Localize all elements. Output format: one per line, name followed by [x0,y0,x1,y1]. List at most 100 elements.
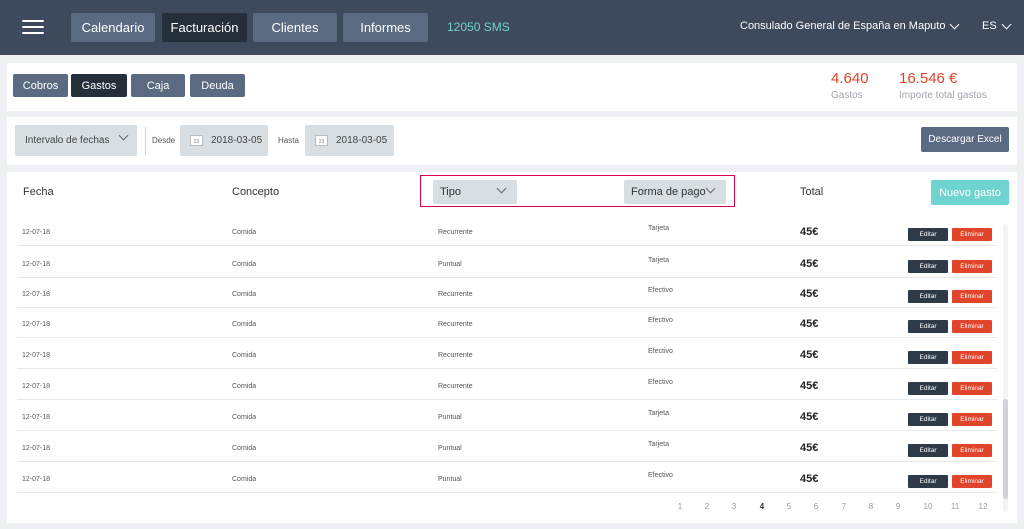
row-total: 45€ [800,349,819,361]
row-total: 45€ [800,411,819,423]
table-row: 12-07-18 Comida Puntual Tarjeta 45€ Editar Eli… [17,401,997,431]
language-selector[interactable]: ES [982,19,1012,32]
edit-button[interactable]: Editar [908,290,948,303]
row-total: 45€ [800,288,819,300]
row-tipo: Recurrente [438,352,473,359]
tab-gastos[interactable]: Gastos [71,74,127,97]
tab-cobros[interactable]: Cobros [13,74,68,97]
scrollbar-thumb[interactable] [1003,399,1008,499]
page-link[interactable]: 2 [699,502,715,511]
row-total: 45€ [800,380,819,392]
row-forma-pago: Tarjeta [648,410,670,417]
row-tipo: Recurrente [438,383,473,390]
row-tipo: Puntual [438,445,462,452]
from-date-field[interactable]: 23 2018-03-05 [180,125,268,156]
table-row: 12-07-18 Comida Puntual Tarjeta 45€ Editar Eli… [17,248,997,278]
calendar-icon: 23 [190,135,203,146]
row-fecha: 12-07-18 [22,476,51,483]
tab-caja[interactable]: Caja [131,74,185,97]
row-concepto: Comida [232,445,257,452]
page-link[interactable]: 6 [808,502,824,511]
row-fecha: 12-07-18 [22,383,51,390]
row-forma-pago: Tarjeta [648,225,670,232]
page-link[interactable]: 10 [920,502,936,511]
edit-button[interactable]: Editar [908,351,948,364]
edit-button[interactable]: Editar [908,320,948,333]
gastos-total-stat: 16.546 € Importe total gastos [899,70,987,101]
delete-button[interactable]: Eliminar [952,475,992,488]
new-expense-button[interactable]: Nuevo gasto [931,180,1009,205]
menu-icon[interactable] [22,20,44,34]
delete-button[interactable]: Eliminar [952,413,992,426]
page-link[interactable]: 9 [890,502,906,511]
table-row: 12-07-18 Comida Recurrente Efectivo 45€ Edita… [17,308,997,338]
row-forma-pago: Efectivo [648,287,673,294]
edit-button[interactable]: Editar [908,228,948,241]
to-date-field[interactable]: 23 2018-03-05 [305,125,394,156]
delete-button[interactable]: Eliminar [952,320,992,333]
edit-button[interactable]: Editar [908,444,948,457]
delete-button[interactable]: Eliminar [952,351,992,364]
top-bar: Calendario Facturación Clientes Informes… [0,0,1024,55]
tab-deuda[interactable]: Deuda [190,74,245,97]
divider [145,127,146,155]
tipo-filter-dropdown[interactable]: Tipo [433,180,517,204]
page-link[interactable]: 1 [672,502,688,511]
nav-calendario[interactable]: Calendario [71,13,155,42]
chevron-down-icon [496,183,507,194]
delete-button[interactable]: Eliminar [952,382,992,395]
page-link[interactable]: 8 [863,502,879,511]
forma-pago-filter-dropdown[interactable]: Forma de pago [624,180,726,204]
edit-button[interactable]: Editar [908,413,948,426]
row-forma-pago: Efectivo [648,379,673,386]
language-code: ES [982,20,997,32]
row-fecha: 12-07-18 [22,321,51,328]
row-fecha: 12-07-18 [22,291,51,298]
to-label: Hasta [278,136,299,145]
gastos-table-panel: Fecha Concepto Tipo Forma de pago Total … [7,172,1017,523]
page-link[interactable]: 11 [947,502,963,511]
gastos-total-label: Importe total gastos [899,90,987,101]
delete-button[interactable]: Eliminar [952,444,992,457]
office-selector[interactable]: Consulado General de España en Maputo [740,19,960,32]
row-concepto: Comida [232,261,257,268]
delete-button[interactable]: Eliminar [952,290,992,303]
gastos-count-value: 4.640 [831,70,869,87]
page-link[interactable]: 7 [836,502,852,511]
row-concepto: Comida [232,383,257,390]
delete-button[interactable]: Eliminar [952,260,992,273]
table-row: 12-07-18 Comida Puntual Efectivo 45€ Editar El… [17,463,997,493]
page-link[interactable]: 3 [726,502,742,511]
calendar-icon: 23 [315,135,328,146]
edit-button[interactable]: Editar [908,260,948,273]
nav-facturacion[interactable]: Facturación [162,13,247,42]
row-concepto: Comida [232,352,257,359]
row-concepto: Comida [232,321,257,328]
chevron-down-icon [950,19,960,29]
nav-informes[interactable]: Informes [343,13,428,42]
delete-button[interactable]: Eliminar [952,228,992,241]
download-excel-button[interactable]: Descargar Excel [921,127,1009,152]
row-tipo: Recurrente [438,291,473,298]
row-tipo: Puntual [438,476,462,483]
row-forma-pago: Tarjeta [648,441,670,448]
to-date-value: 2018-03-05 [336,135,388,146]
row-forma-pago: Efectivo [648,348,673,355]
page-link[interactable]: 12 [975,502,991,511]
row-fecha: 12-07-18 [22,229,51,236]
table-row: 12-07-18 Comida Recurrente Efectivo 45€ Edita… [17,339,997,369]
row-total: 45€ [800,473,819,485]
row-tipo: Recurrente [438,321,473,328]
nav-clientes[interactable]: Clientes [253,13,337,42]
page-link[interactable]: 5 [781,502,797,511]
page-link[interactable]: 4 [754,502,770,511]
row-fecha: 12-07-18 [22,261,51,268]
date-interval-label: Intervalo de fechas [25,135,110,146]
office-name: Consulado General de España en Maputo [740,20,946,32]
gastos-total-value: 16.546 € [899,70,958,87]
table-row: 12-07-18 Comida Recurrente Tarjeta 45€ Editar… [17,216,997,246]
edit-button[interactable]: Editar [908,382,948,395]
row-forma-pago: Efectivo [648,317,673,324]
date-interval-dropdown[interactable]: Intervalo de fechas [15,125,137,156]
edit-button[interactable]: Editar [908,475,948,488]
